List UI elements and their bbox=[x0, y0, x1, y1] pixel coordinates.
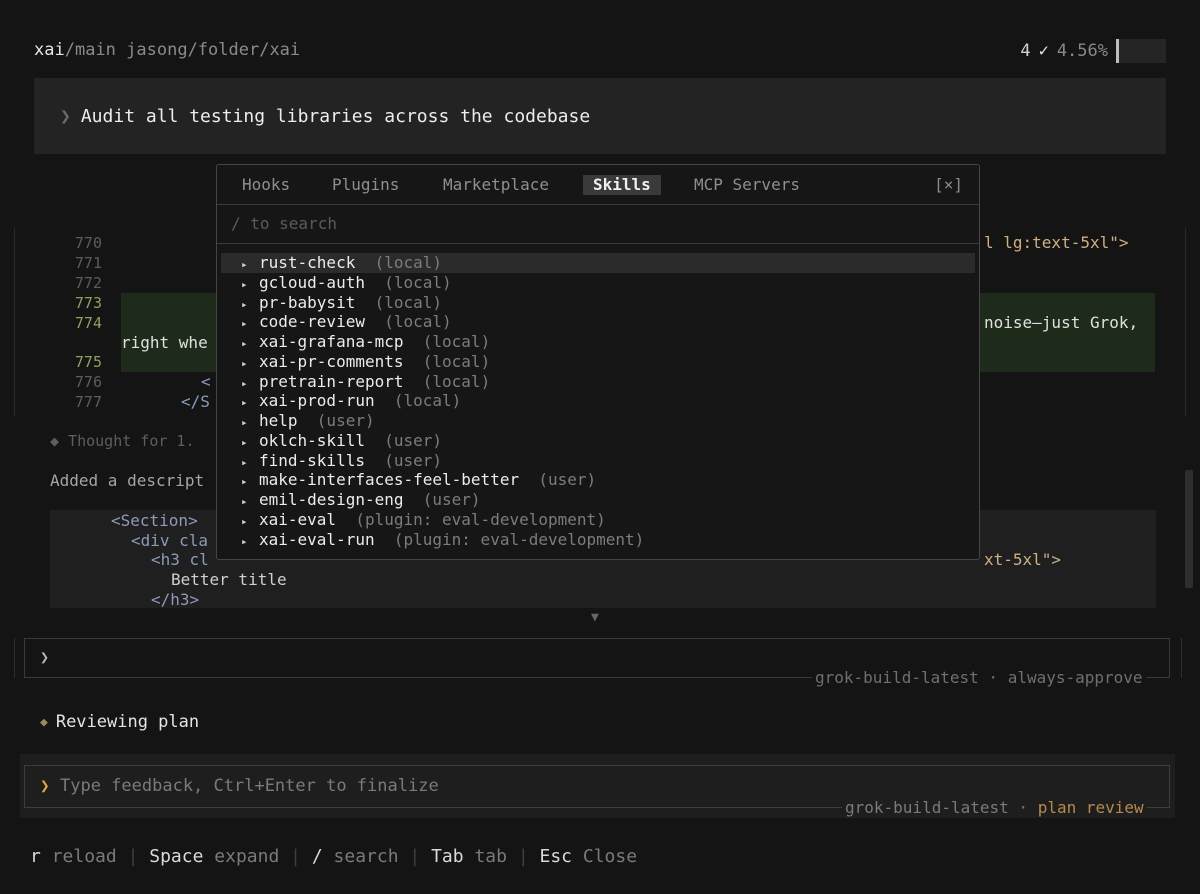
code-line: <div cla bbox=[131, 531, 209, 550]
hint-key: r bbox=[30, 846, 41, 867]
list-item[interactable]: ▸ xai-eval-run (plugin: eval-development) bbox=[221, 530, 975, 550]
context-usage-bar bbox=[1116, 39, 1166, 63]
approval-mode: always-approve bbox=[1007, 668, 1143, 687]
line-number: 770 bbox=[74, 234, 102, 252]
list-item[interactable]: ▸ make-interfaces-feel-better (user) bbox=[221, 470, 975, 490]
hint-action[interactable]: expand bbox=[214, 846, 279, 867]
line-number: 775 bbox=[74, 353, 102, 371]
caret-right-icon: ▸ bbox=[241, 435, 248, 449]
branch-name: /main bbox=[64, 40, 116, 60]
model-name: grok-build-latest bbox=[815, 668, 979, 687]
code-snippet: right whe bbox=[121, 333, 208, 352]
diamond-icon: ◆ bbox=[40, 715, 48, 730]
thought-summary[interactable]: ◆ Thought for 1. bbox=[50, 432, 195, 450]
list-item[interactable]: ▸ xai-pr-comments (local) bbox=[221, 352, 975, 372]
code-snippet: noise—just Grok, bbox=[984, 313, 1139, 332]
chevron-right-icon: ❯ bbox=[40, 776, 50, 795]
code-line: <Section> bbox=[111, 511, 198, 530]
plan-review-badge: plan review bbox=[1037, 798, 1144, 817]
caret-right-icon: ▸ bbox=[241, 258, 248, 271]
tab-marketplace[interactable]: Marketplace bbox=[443, 175, 549, 195]
code-snippet: < bbox=[201, 372, 211, 391]
context-percent: 4.56% bbox=[1056, 41, 1108, 61]
hint-action[interactable]: reload bbox=[52, 846, 117, 867]
context-status: 4 ✓ 4.56% bbox=[1020, 38, 1166, 64]
model-name: grok-build-latest bbox=[845, 798, 1009, 817]
hint-key: Tab bbox=[431, 846, 464, 867]
list-item[interactable]: ▸ xai-grafana-mcp (local) bbox=[221, 332, 975, 352]
status-text: Reviewing plan bbox=[55, 712, 200, 732]
line-number: 772 bbox=[74, 274, 102, 292]
list-item[interactable]: ▸ gcloud-auth (local) bbox=[221, 273, 975, 293]
code-snippet: l lg:text-5xl"> bbox=[984, 233, 1129, 252]
list-item[interactable]: ▸ code-review (local) bbox=[221, 312, 975, 332]
skill-search-input[interactable]: / to search bbox=[217, 205, 979, 244]
tab-hooks[interactable]: Hooks bbox=[242, 175, 290, 195]
command-meta: grok-build-latest · always-approve bbox=[812, 668, 1146, 687]
code-line: xt-5xl"> bbox=[984, 550, 1062, 569]
caret-right-icon: ▸ bbox=[241, 534, 248, 548]
code-line: <h3 cl bbox=[151, 550, 209, 569]
modal-tabs: Hooks Plugins Marketplace Skills MCP Ser… bbox=[217, 165, 979, 205]
hint-action[interactable]: search bbox=[334, 846, 399, 867]
tab-plugins[interactable]: Plugins bbox=[332, 175, 399, 195]
caret-right-icon: ▸ bbox=[241, 356, 248, 370]
code-line: </h3> bbox=[151, 590, 200, 609]
line-number: 776 bbox=[74, 373, 102, 391]
prompt-text: Audit all testing libraries across the c… bbox=[80, 105, 591, 127]
hint-key: / bbox=[311, 846, 323, 867]
hint-key: Space bbox=[149, 846, 204, 867]
list-item[interactable]: ▸ pretrain-report (local) bbox=[221, 372, 975, 392]
list-item[interactable]: ▸ xai-prod-run (local) bbox=[221, 391, 975, 411]
line-number: 773 bbox=[74, 294, 102, 312]
feedback-meta: grok-build-latest · plan review bbox=[842, 798, 1147, 817]
caret-right-icon: ▸ bbox=[241, 277, 248, 291]
close-button[interactable]: [×] bbox=[934, 175, 963, 194]
scrollbar[interactable] bbox=[1185, 470, 1193, 588]
chevron-right-icon: ❯ bbox=[40, 648, 50, 666]
code-snippet: </S bbox=[181, 392, 210, 411]
line-number: 774 bbox=[74, 314, 102, 332]
line-number: 771 bbox=[74, 254, 102, 272]
list-item[interactable]: ▸ find-skills (user) bbox=[221, 451, 975, 471]
code-line: Better title bbox=[171, 570, 287, 589]
check-icon: ✓ bbox=[1038, 41, 1049, 61]
skills-list: ▸ rust-check (local) ▸ gcloud-auth (local)… bbox=[221, 253, 975, 549]
list-item[interactable]: ▸ xai-eval (plugin: eval-development) bbox=[221, 510, 975, 530]
diff-added-block-right bbox=[980, 293, 1155, 372]
feedback-placeholder: Type feedback, Ctrl+Enter to finalize bbox=[60, 776, 439, 796]
hint-action[interactable]: Close bbox=[583, 846, 637, 867]
list-item[interactable]: ▸ rust-check (local) bbox=[221, 253, 975, 273]
assistant-message: Added a descript bbox=[50, 471, 205, 490]
caret-right-icon: ▸ bbox=[241, 416, 248, 429]
hint-action[interactable]: tab bbox=[474, 846, 507, 867]
caret-right-icon: ▸ bbox=[241, 495, 248, 508]
caret-right-icon: ▸ bbox=[241, 337, 248, 350]
list-item[interactable]: ▸ emil-design-eng (user) bbox=[221, 490, 975, 510]
context-usage-fill bbox=[1116, 39, 1119, 63]
keyboard-hints: r reload | Space expand | / search | Tab… bbox=[30, 846, 638, 867]
caret-right-icon: ▸ bbox=[241, 514, 248, 528]
repo-name: xai bbox=[34, 40, 65, 60]
list-item[interactable]: ▸ oklch-skill (user) bbox=[221, 431, 975, 451]
status-line: ◆ Reviewing plan bbox=[40, 712, 199, 732]
extensions-modal: Hooks Plugins Marketplace Skills MCP Ser… bbox=[216, 164, 980, 560]
hint-key: Esc bbox=[539, 846, 573, 867]
folder-path: jasong/folder/xai bbox=[126, 40, 301, 60]
line-number: 777 bbox=[74, 393, 102, 411]
chevron-right-icon: ❯ bbox=[60, 105, 71, 127]
tab-mcp-servers[interactable]: MCP Servers bbox=[694, 175, 800, 195]
user-prompt: ❯ Audit all testing libraries across the… bbox=[34, 78, 1166, 154]
tab-skills[interactable]: Skills bbox=[583, 175, 661, 195]
task-count: 4 bbox=[1020, 41, 1031, 61]
list-item[interactable]: ▸ help (user) bbox=[221, 411, 975, 431]
breadcrumb: xai/main jasong/folder/xai bbox=[34, 40, 300, 60]
scroll-down-icon[interactable]: ▼ bbox=[591, 610, 599, 625]
list-item[interactable]: ▸ pr-babysit (local) bbox=[221, 293, 975, 313]
